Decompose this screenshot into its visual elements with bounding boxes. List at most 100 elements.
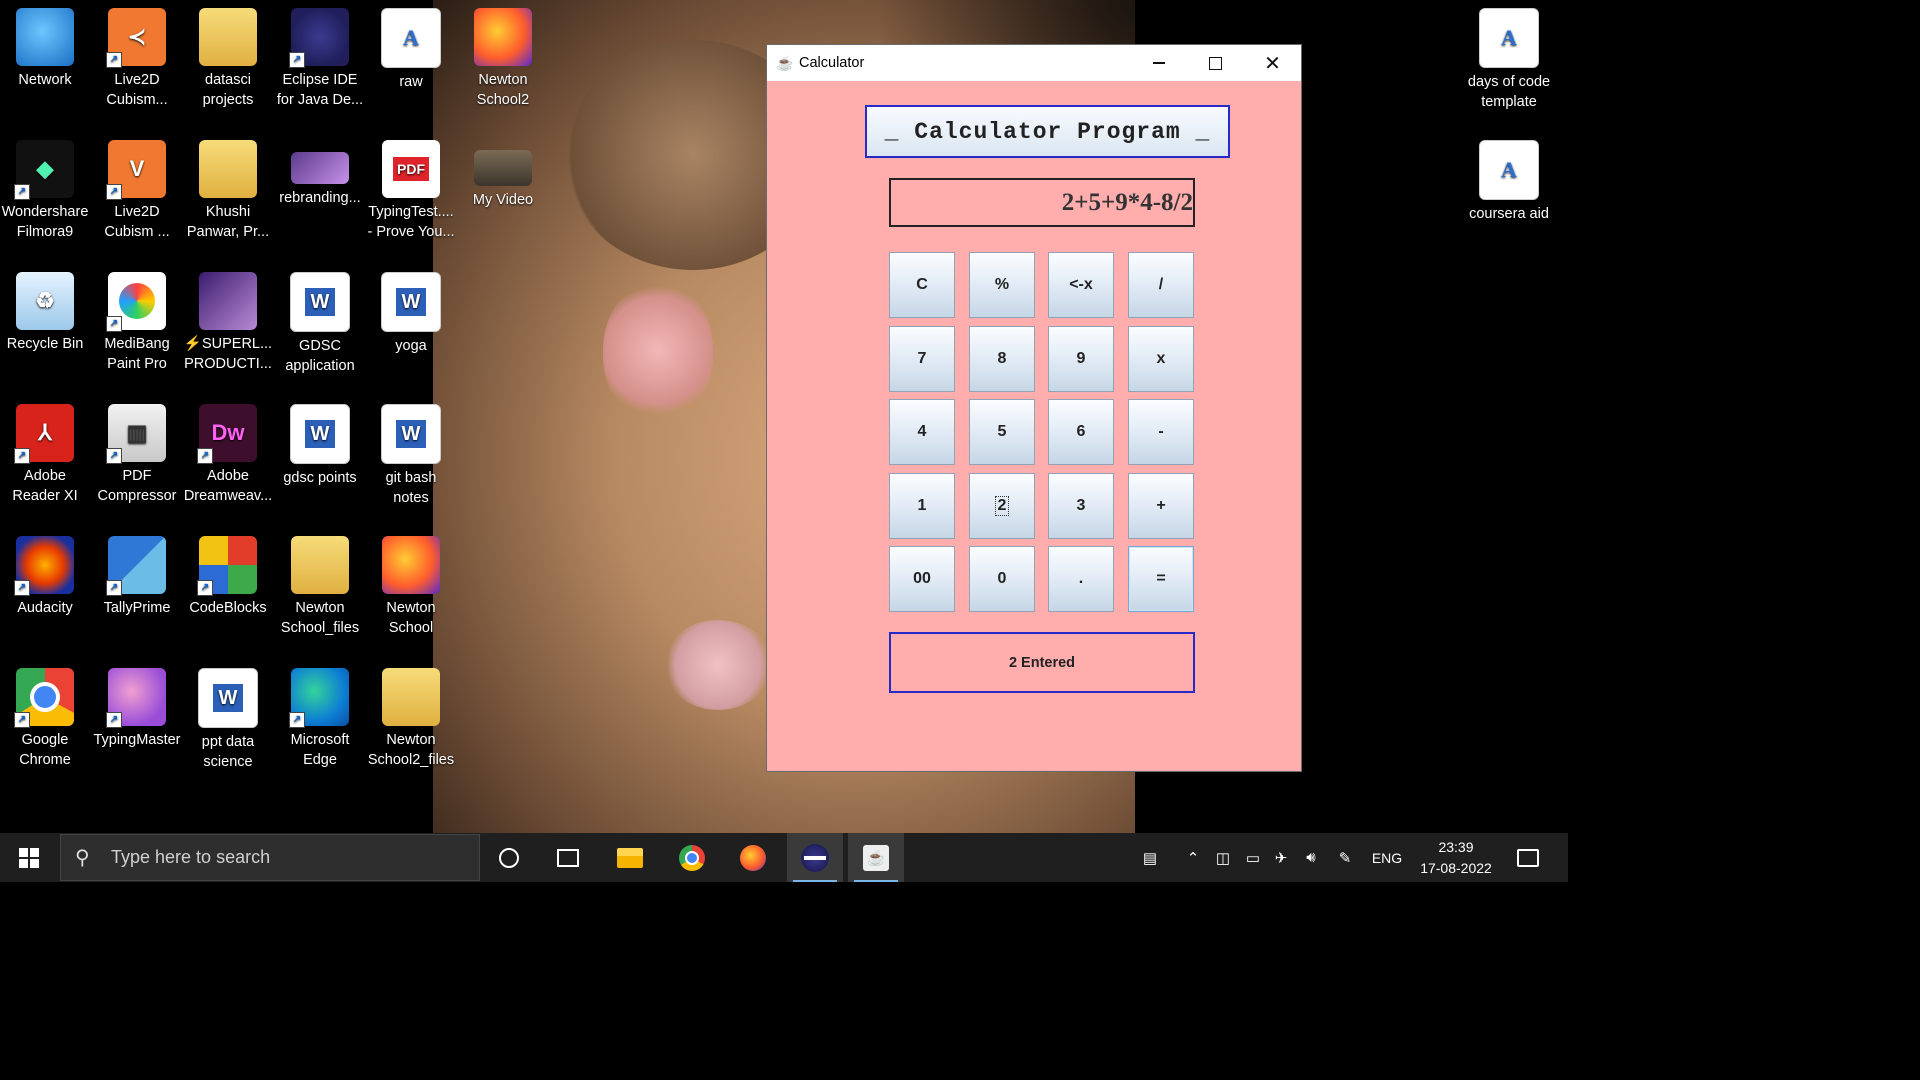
desktop-icon-typingtest[interactable]: PDF TypingTest.... - Prove You... (366, 132, 456, 242)
tray-clock[interactable]: 23:39 17-08-2022 (1405, 837, 1507, 879)
desktop-icon-medibang[interactable]: ↗ MediBang Paint Pro (92, 264, 182, 374)
desktop-icon-network[interactable]: Network (0, 0, 90, 90)
desktop-icon-days-of-code-template[interactable]: A days of code template (1464, 0, 1554, 112)
key-6[interactable]: 6 (1048, 399, 1114, 465)
desktop-icon-newton-school-files[interactable]: Newton School_files (275, 528, 365, 638)
key-5[interactable]: 5 (969, 399, 1035, 465)
desktop-icon-coursera-aid[interactable]: A coursera aid (1464, 132, 1554, 224)
desktop-icon-dreamweaver[interactable]: Dw ↗ Adobe Dreamweav... (183, 396, 273, 506)
key-0[interactable]: 0 (969, 546, 1035, 612)
desktop-icon-gdsc-points[interactable]: W gdsc points (275, 396, 365, 488)
desktop-icon-filmora[interactable]: ◆ ↗ Wondershare Filmora9 (0, 132, 90, 242)
task-view-button[interactable] (540, 833, 596, 882)
desktop-icon-codeblocks[interactable]: ↗ CodeBlocks (183, 528, 273, 618)
key-1[interactable]: 1 (889, 473, 955, 539)
taskbar-firefox[interactable] (725, 833, 781, 882)
desktop-icon-adobe-reader[interactable]: ⅄ ↗ Adobe Reader XI (0, 396, 90, 506)
key-8[interactable]: 8 (969, 326, 1035, 392)
desktop-icon-raw[interactable]: A raw (366, 0, 456, 92)
tray-pen[interactable]: ✎ (1332, 833, 1358, 882)
key-4[interactable]: 4 (889, 399, 955, 465)
tray-meet-now[interactable]: ◫ (1210, 833, 1236, 882)
key-equals[interactable]: = (1128, 546, 1194, 612)
file-explorer-icon (617, 847, 643, 868)
desktop-icon-label: Audacity (17, 600, 73, 616)
desktop-icon-audacity[interactable]: ↗ Audacity (0, 528, 90, 618)
chrome-icon: ↗ (14, 668, 74, 728)
calculator-display[interactable]: 2+5+9*4-8/2 (889, 178, 1195, 227)
desktop-icon-newton-school2-files[interactable]: Newton School2_files (366, 660, 456, 770)
wallpaper-hamster-paw (603, 280, 713, 420)
key-subtract[interactable]: - (1128, 399, 1194, 465)
desktop-icon-recycle-bin[interactable]: ♻ Recycle Bin (0, 264, 90, 354)
java-app-icon: ☕ (776, 54, 794, 71)
minimize-button[interactable] (1130, 45, 1187, 81)
calculator-heading: _ Calculator Program _ (865, 105, 1230, 158)
notification-icon (1517, 848, 1539, 867)
calculator-window: ☕ Calculator ✕ _ Calculator Program _ 2+… (767, 45, 1301, 771)
firefox-icon (740, 844, 766, 871)
desktop-icon-pdf-compressor[interactable]: ▥ ↗ PDF Compressor (92, 396, 182, 506)
desktop-icon-label: ppt data science (201, 734, 255, 770)
taskbar-chrome[interactable] (664, 833, 720, 882)
desktop-icon-yoga[interactable]: W yoga (366, 264, 456, 356)
taskbar-file-explorer[interactable] (602, 833, 658, 882)
desktop-icon-label: gdsc points (283, 470, 357, 486)
desktop-icon-rebranding[interactable]: rebranding... (275, 132, 365, 208)
key-00[interactable]: 00 (889, 546, 955, 612)
taskbar-search[interactable]: ⚲ (60, 834, 480, 881)
tray-language[interactable]: ENG (1366, 833, 1408, 882)
window-titlebar[interactable]: ☕ Calculator ✕ (767, 45, 1301, 81)
desktop-icon-typingmaster[interactable]: ↗ TypingMaster (92, 660, 182, 750)
key-add[interactable]: + (1128, 473, 1194, 539)
codeblocks-icon: ↗ (197, 536, 257, 596)
desktop-icon-datasci-projects[interactable]: datasci projects (183, 0, 273, 110)
desktop-icon-label: Live2D Cubism... (106, 72, 168, 108)
desktop-icon-label: Recycle Bin (6, 336, 84, 352)
taskbar-java-app[interactable]: ☕ (848, 833, 904, 882)
key-decimal[interactable]: . (1048, 546, 1114, 612)
taskbar-eclipse[interactable] (787, 833, 843, 882)
notification-center-button[interactable] (1508, 833, 1548, 882)
desktop-icon-my-video[interactable]: My Video (458, 132, 548, 210)
key-clear[interactable]: C (889, 252, 955, 318)
desktop-icon-git-bash-notes[interactable]: W git bash notes (366, 396, 456, 508)
start-button[interactable] (0, 833, 58, 882)
key-7[interactable]: 7 (889, 326, 955, 392)
tray-volume[interactable]: 🔊︎ (1298, 833, 1324, 882)
close-button[interactable]: ✕ (1244, 45, 1301, 81)
desktop-icon-eclipse[interactable]: ↗ Eclipse IDE for Java De... (275, 0, 365, 110)
desktop-icon-ppt-data-science[interactable]: W ppt data science (183, 660, 273, 772)
clock-time: 23:39 (1438, 839, 1474, 855)
tray-news-button[interactable]: ▤ (1130, 833, 1170, 882)
tray-airplane-mode[interactable]: ✈ (1268, 833, 1294, 882)
maximize-button[interactable] (1187, 45, 1244, 81)
tray-battery[interactable]: ▭ (1240, 833, 1266, 882)
key-backspace[interactable]: <-x (1048, 252, 1114, 318)
key-divide[interactable]: / (1128, 252, 1194, 318)
desktop-icon-superl-production[interactable]: ⚡SUPERL... PRODUCTI... (183, 264, 273, 374)
key-3[interactable]: 3 (1048, 473, 1114, 539)
desktop-icon-khushi-panwar[interactable]: Khushi Panwar, Pr... (183, 132, 273, 242)
desktop-icon-label: Microsoft Edge (290, 732, 350, 768)
key-multiply[interactable]: x (1128, 326, 1194, 392)
desktop-icon-google-chrome[interactable]: ↗ Google Chrome (0, 660, 90, 770)
desktop-icon-tallyprime[interactable]: ↗ TallyPrime (92, 528, 182, 618)
key-percent[interactable]: % (969, 252, 1035, 318)
key-2[interactable]: 2 (969, 473, 1035, 539)
search-input[interactable] (109, 846, 453, 869)
desktop-icon-microsoft-edge[interactable]: ↗ Microsoft Edge (275, 660, 365, 770)
key-9[interactable]: 9 (1048, 326, 1114, 392)
desktop-icon-newton-school2[interactable]: Newton School2 (458, 0, 548, 110)
wallpaper-hamster-paw (663, 620, 773, 710)
desktop-icon-live2d[interactable]: ≺ ↗ Live2D Cubism... (92, 0, 182, 110)
tray-overflow-button[interactable]: ⌃ (1180, 833, 1206, 882)
desktop-icon-live2d-2[interactable]: V ↗ Live2D Cubism ... (92, 132, 182, 242)
folder-icon (199, 140, 257, 198)
cortana-button[interactable] (481, 833, 537, 882)
desktop-icon-label: raw (399, 74, 423, 90)
desktop-icon-label: Adobe Dreamweav... (183, 468, 273, 504)
desktop-icon-newton-school[interactable]: Newton School (366, 528, 456, 638)
desktop-icon-gdsc-application[interactable]: W GDSC application (275, 264, 365, 376)
camera-icon: ◫ (1215, 849, 1231, 867)
